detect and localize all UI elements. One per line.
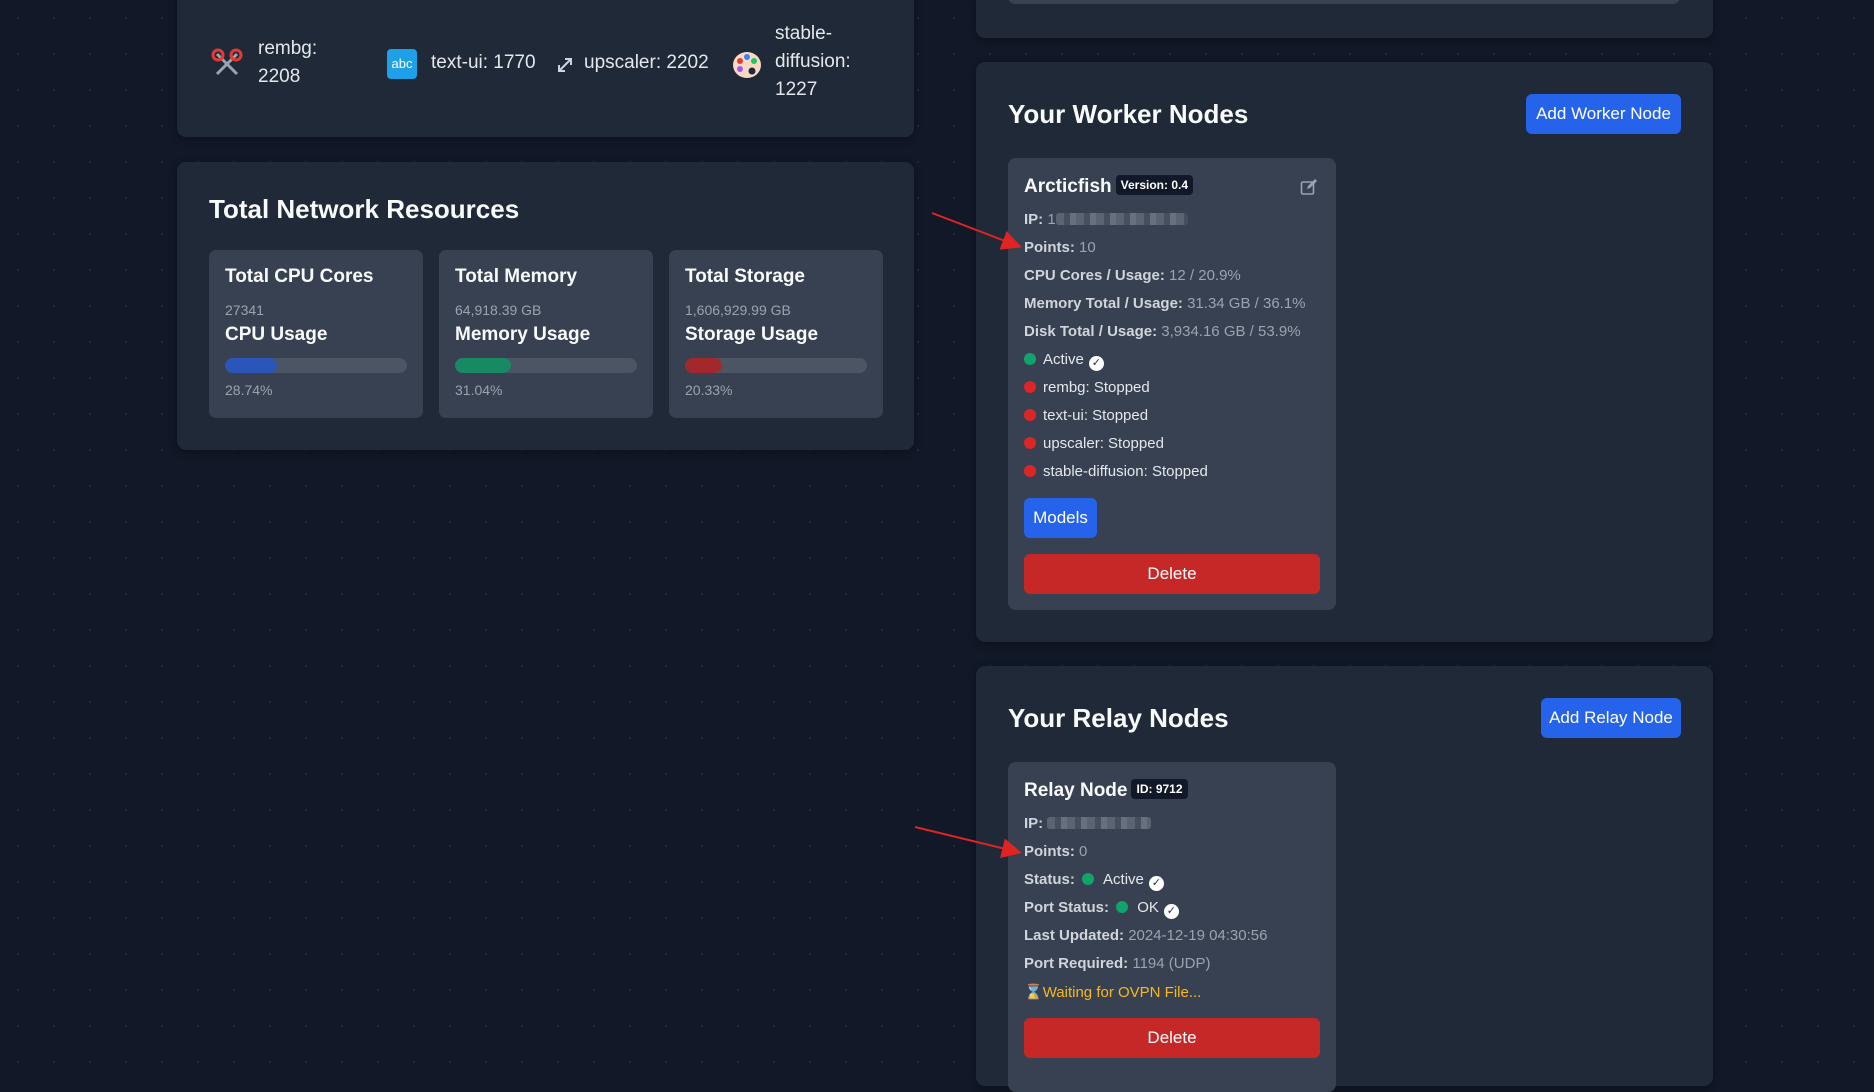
- usage-percent: 28.74%: [225, 382, 273, 398]
- usage-label: Storage Usage: [685, 324, 819, 345]
- card-value: 1,606,929.99 GB: [685, 302, 791, 318]
- redacted-ip: [1047, 817, 1152, 829]
- worker-node-name: Arcticfish: [1024, 176, 1112, 197]
- ip-row: IP: 1: [1024, 211, 1188, 228]
- status-dot: [1024, 353, 1036, 365]
- worker-status: Active ✓: [1024, 351, 1104, 371]
- storage-usage-bar: [685, 358, 867, 373]
- previous-panel-remnant: [976, 0, 1713, 38]
- memory-card: Total Memory 64,918.39 GB Memory Usage 3…: [439, 250, 653, 418]
- version-badge: Version: 0.4: [1115, 174, 1194, 195]
- model-count-text-ui: text-ui: 1770: [431, 52, 536, 73]
- scissors-icon: [211, 48, 243, 85]
- port-required-row: Port Required: 1194 (UDP): [1024, 955, 1211, 972]
- memory-row: Memory Total / Usage: 31.34 GB / 36.1%: [1024, 295, 1306, 312]
- usage-percent: 20.33%: [685, 382, 733, 398]
- card-title: Total CPU Cores: [225, 266, 374, 287]
- memory-usage-bar: [455, 358, 637, 373]
- card-value: 64,918.39 GB: [455, 302, 542, 318]
- service-status: stable-diffusion: Stopped: [1024, 463, 1208, 480]
- last-updated-row: Last Updated: 2024-12-19 04:30:56: [1024, 927, 1268, 944]
- card-title: Total Memory: [455, 266, 578, 287]
- status-dot: [1024, 381, 1036, 393]
- cpu-usage-bar: [225, 358, 407, 373]
- service-status: rembg: Stopped: [1024, 379, 1150, 396]
- expand-arrows-icon: [556, 56, 574, 79]
- relay-node-title: Relay Node ID: 9712: [1024, 778, 1188, 802]
- worker-node-card: Arcticfish Version: 0.4 IP: 1 Points: 10 …: [1008, 158, 1336, 610]
- service-status: upscaler: Stopped: [1024, 435, 1164, 452]
- delete-worker-button[interactable]: Delete: [1024, 554, 1320, 594]
- redacted-ip: [1055, 213, 1188, 225]
- card-title: Total Storage: [685, 266, 805, 287]
- model-count-rembg: rembg: 2208: [258, 38, 318, 87]
- add-worker-node-button[interactable]: Add Worker Node: [1526, 94, 1681, 134]
- check-circle-icon: ✓: [1088, 356, 1104, 371]
- status-dot: [1024, 409, 1036, 421]
- usage-label: Memory Usage: [455, 324, 591, 345]
- model-count-stable-diffusion: stable- diffusion: 1227: [775, 23, 851, 100]
- hourglass-icon: ⌛: [1024, 984, 1043, 1001]
- network-resources-title: Total Network Resources: [209, 194, 520, 224]
- service-status: text-ui: Stopped: [1024, 407, 1148, 424]
- relay-node-card: Relay Node ID: 9712 IP: Points: 0 Status:…: [1008, 762, 1336, 1092]
- edit-icon[interactable]: [1300, 178, 1318, 201]
- relay-nodes-title: Your Relay Nodes: [1008, 703, 1229, 733]
- usage-percent: 31.04%: [455, 382, 503, 398]
- check-circle-icon: ✓: [1148, 876, 1164, 891]
- delete-relay-button[interactable]: Delete: [1024, 1018, 1320, 1058]
- abc-icon: abc: [387, 49, 417, 79]
- storage-usage-fill: [685, 358, 722, 373]
- status-dot: [1116, 901, 1129, 913]
- status-dot: [1024, 465, 1036, 477]
- status-dot: [1024, 437, 1036, 449]
- model-count-upscaler: upscaler: 2202: [584, 52, 709, 73]
- status-dot: [1082, 873, 1095, 885]
- relay-node-name: Relay Node: [1024, 780, 1128, 801]
- port-status-row: Port Status: OK ✓: [1024, 899, 1179, 919]
- points-row: Points: 0: [1024, 843, 1088, 860]
- usage-label: CPU Usage: [225, 324, 328, 345]
- worker-node-title: Arcticfish Version: 0.4: [1024, 174, 1194, 198]
- add-relay-node-button[interactable]: Add Relay Node: [1541, 698, 1681, 738]
- model-counts-panel: rembg: 2208 abc text-ui: 1770 upscaler: …: [177, 0, 914, 137]
- cpu-row: CPU Cores / Usage: 12 / 20.9%: [1024, 267, 1241, 284]
- memory-usage-fill: [455, 358, 512, 373]
- disk-row: Disk Total / Usage: 3,934.16 GB / 53.9%: [1024, 323, 1301, 340]
- cpu-usage-fill: [225, 358, 278, 373]
- status-row: Status: Active ✓: [1024, 871, 1164, 891]
- relay-id-badge: ID: 9712: [1131, 778, 1188, 799]
- points-row: Points: 10: [1024, 239, 1096, 256]
- storage-card: Total Storage 1,606,929.99 GB Storage Us…: [669, 250, 883, 418]
- scrolled-element-remnant: [1008, 0, 1680, 4]
- palette-icon: [731, 49, 763, 86]
- ip-row: IP:: [1024, 815, 1152, 832]
- worker-nodes-title: Your Worker Nodes: [1008, 99, 1249, 129]
- card-value: 27341: [225, 302, 264, 318]
- ovpn-waiting-status: ⌛Waiting for OVPN File...: [1024, 984, 1202, 1001]
- models-button[interactable]: Models: [1024, 498, 1097, 538]
- cpu-card: Total CPU Cores 27341 CPU Usage 28.74%: [209, 250, 423, 418]
- check-circle-icon: ✓: [1163, 904, 1179, 919]
